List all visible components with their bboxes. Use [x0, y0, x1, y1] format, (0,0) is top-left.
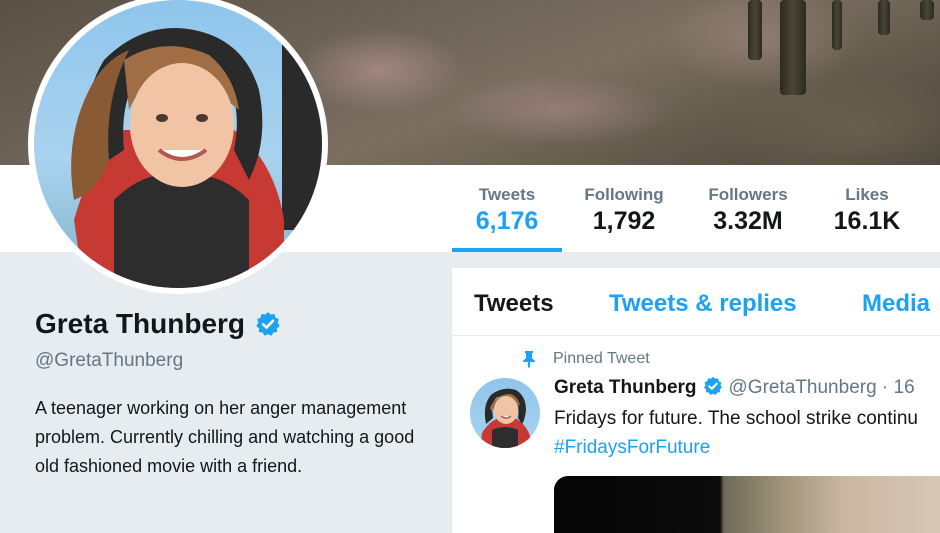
nav-likes-label: Likes: [845, 185, 889, 204]
tab-tweets[interactable]: Tweets: [474, 290, 554, 318]
banner-tree-trunk: [832, 0, 842, 50]
tweet-media[interactable]: [554, 476, 940, 533]
tweet-hashtag-link[interactable]: #FridaysForFuture: [554, 437, 710, 459]
tab-media[interactable]: Media: [862, 290, 930, 318]
nav-following-label: Following: [584, 185, 664, 204]
tab-tweets-replies[interactable]: Tweets & replies: [609, 290, 797, 318]
profile-avatar[interactable]: [28, 0, 328, 294]
profile-name[interactable]: Greta Thunberg: [35, 308, 245, 340]
nav-active-underline: [452, 248, 562, 252]
tweet-text: Fridays for future. The school strike co…: [554, 408, 918, 429]
tweet-author-name[interactable]: Greta Thunberg: [554, 377, 697, 398]
tweet-avatar-portrait: [480, 388, 530, 448]
tweet-avatar[interactable]: [470, 378, 540, 448]
tweet-header: Greta Thunberg @GretaThunberg · 16: [554, 376, 915, 399]
nav-following-count: 1,792: [592, 207, 656, 235]
profile-bio: A teenager working on her anger manageme…: [35, 398, 415, 476]
nav-tweets[interactable]: Tweets 6,176: [452, 185, 562, 236]
nav-following[interactable]: Following 1,792: [569, 185, 679, 236]
nav-likes-count: 16.1K: [833, 207, 901, 235]
nav-likes[interactable]: Likes 16.1K: [812, 185, 922, 236]
tweet-verified-badge-icon: [703, 376, 722, 395]
timeline: Tweets Tweets & replies Media Pinned Twe…: [452, 268, 940, 533]
profile-name-row: Greta Thunberg: [35, 308, 435, 340]
nav-followers[interactable]: Followers 3.32M: [693, 185, 803, 236]
nav-tweets-label: Tweets: [478, 185, 536, 204]
avatar-portrait: [71, 28, 322, 288]
profile-handle[interactable]: @GretaThunberg: [35, 350, 435, 372]
nav-followers-count: 3.32M: [713, 207, 783, 235]
banner-tree-trunk: [748, 0, 762, 60]
nav-followers-label: Followers: [708, 185, 788, 204]
pinned-label: Pinned Tweet: [553, 350, 650, 367]
avatar-photo: [34, 0, 322, 288]
banner-tree-trunk: [780, 0, 806, 95]
pin-icon: [523, 351, 535, 368]
nav-tweets-count: 6,176: [475, 207, 539, 235]
verified-badge-icon: [256, 312, 281, 336]
profile-card: Greta Thunberg @GretaThunberg A teenager…: [35, 308, 435, 481]
banner-tree-trunk: [878, 0, 890, 35]
tweet-author-handle[interactable]: @GretaThunberg · 16: [729, 377, 915, 398]
banner-tree-trunk: [920, 0, 934, 20]
timeline-tabs: Tweets Tweets & replies Media: [452, 268, 940, 336]
